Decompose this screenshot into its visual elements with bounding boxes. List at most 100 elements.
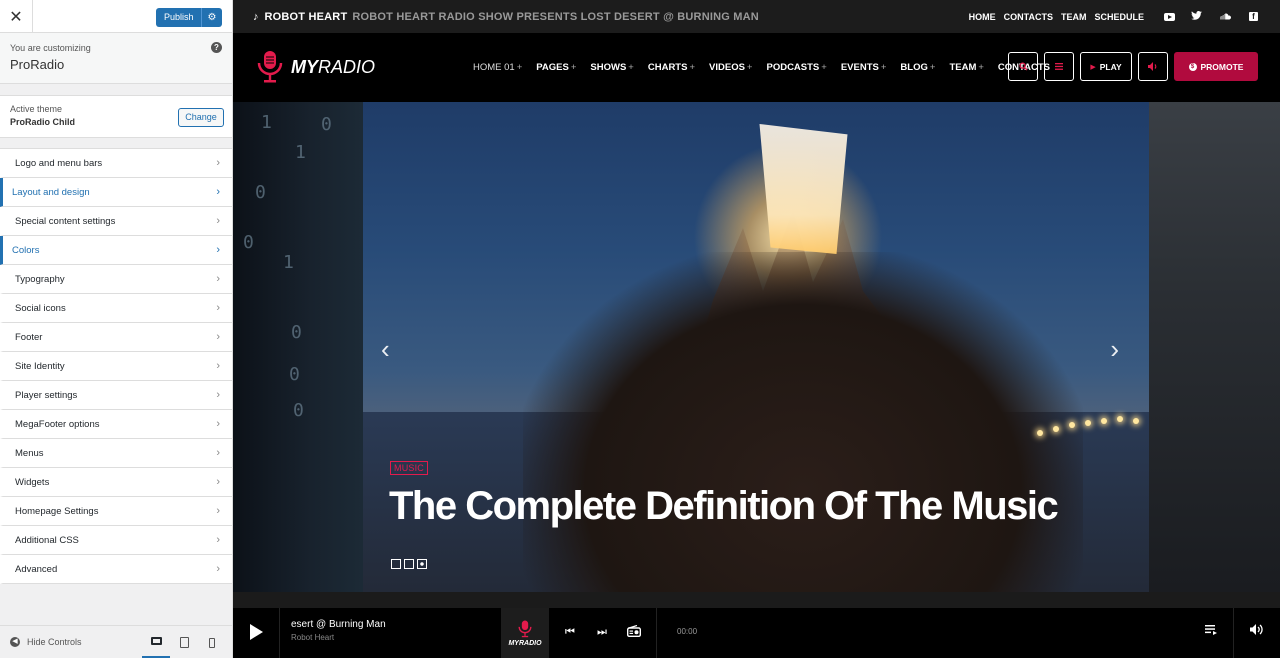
customizer-section-label: Player settings [15,389,78,401]
radio-icon[interactable] [626,624,642,640]
slider-dot-3[interactable] [417,559,427,569]
menu-item[interactable]: EVENTS + [841,62,887,73]
toplink-schedule[interactable]: SCHEDULE [1094,12,1144,22]
soundcloud-icon[interactable] [1218,12,1231,22]
customizer-section-item[interactable]: Homepage Settings › [0,497,232,526]
customizer-section-item[interactable]: Special content settings › [0,207,232,236]
customizer-section-label: Widgets [15,476,50,488]
customizer-section-label: Typography [15,273,65,285]
hero-headline[interactable]: The Complete Definition Of The Music [389,484,1059,529]
twitter-icon[interactable] [1191,11,1202,22]
mobile-preview-button[interactable] [198,626,226,658]
menu-item[interactable]: CHARTS + [648,62,695,73]
desktop-preview-button[interactable] [142,626,170,658]
toplink-team[interactable]: TEAM [1061,12,1087,22]
chevron-right-icon: › [216,157,220,169]
menu-item[interactable]: PODCASTS + [766,62,826,73]
menu-expand-icon: + [929,62,936,73]
customizer-header: ✕ Publish ⚙ [0,0,232,33]
customizer-section-item[interactable]: Site Identity › [0,352,232,381]
customizer-section-label: MegaFooter options [15,418,100,430]
volume-button[interactable] [1138,52,1168,81]
menu-item-label: BLOG [900,62,928,73]
microphone-logo-icon [518,620,532,637]
menu-expand-icon: + [628,62,634,73]
customizer-section-item[interactable]: Menus › [0,439,232,468]
close-icon[interactable]: ✕ [0,0,33,33]
youtube-icon[interactable] [1164,12,1175,21]
gear-icon[interactable]: ⚙ [202,12,222,23]
menu-item-label: CHARTS [647,62,688,73]
main-menu: HOME 01 + PAGES + SHOWS + CHARTS + VIDEOS + PODCAS… [473,33,1050,102]
facebook-icon[interactable]: f [1249,12,1258,21]
play-icon[interactable] [247,622,265,642]
chevron-right-icon[interactable]: › [1110,334,1119,365]
ticker-artist[interactable]: ROBOT HEART [265,11,348,23]
customizer-section-label: Colors [12,244,40,256]
radio-player: esert @ Burning Man Robot Heart MYRADIO … [233,608,1280,658]
ticker-title[interactable]: ROBOT HEART RADIO SHOW PRESENTS LOST DES… [352,11,759,23]
main-navbar: MYRADIO HOME 01 + PAGES + SHOWS + CHARTS + VIDEO… [233,33,1280,102]
customizer-section-item[interactable]: Colors › [0,236,232,265]
menu-item[interactable]: TEAM + [949,62,983,73]
publish-button[interactable]: Publish ⚙ [156,8,222,27]
customizer-section-label: Additional CSS [15,534,79,546]
hero-image-crowd [523,252,1083,592]
chevron-right-icon: › [216,360,220,372]
dollar-coin-icon: $ [1188,62,1197,71]
customizer-section-label: Logo and menu bars [15,157,103,169]
customizer-section-item[interactable]: Player settings › [0,381,232,410]
menu-item[interactable]: SHOWS + [590,62,633,73]
site-logo[interactable]: MYRADIO [255,50,375,84]
help-icon[interactable]: ? [211,42,222,53]
customizer-section-item[interactable]: Social icons › [0,294,232,323]
toplink-home[interactable]: HOME [969,12,996,22]
menu-expand-icon: + [978,62,984,73]
slider-dot-1[interactable] [391,559,401,569]
volume-icon[interactable] [1250,624,1263,638]
change-theme-button[interactable]: Change [178,108,224,127]
player-separator [279,608,280,658]
chevron-right-icon: › [216,186,220,198]
hide-controls-button[interactable]: Hide Controls [27,637,82,647]
hide-controls-icon[interactable]: ◀ [10,637,20,647]
category-tag[interactable]: MUSIC [390,461,428,475]
customizer-section-item[interactable]: MegaFooter options › [0,410,232,439]
customizer-section-item[interactable]: Typography › [0,265,232,294]
play-button[interactable]: ▶ PLAY [1080,52,1132,81]
promote-button[interactable]: $ PROMOTE [1174,52,1258,81]
search-button[interactable] [1008,52,1038,81]
publish-label[interactable]: Publish [156,8,202,27]
navbar-buttons: ▶ PLAY $ PROMOTE [1008,52,1258,81]
customizer-section-item[interactable]: Widgets › [0,468,232,497]
toplink-contacts[interactable]: CONTACTS [1004,12,1053,22]
menu-item[interactable]: HOME 01 + [473,62,522,73]
customizer-section-item[interactable]: Advanced › [0,555,232,584]
desktop-icon [150,637,162,645]
logo-text-bold: MY [291,56,318,77]
customizer-section-item[interactable]: Logo and menu bars › [0,149,232,178]
slider-dot-2[interactable] [404,559,414,569]
menu-button[interactable] [1044,52,1074,81]
site-preview: ♪ ROBOT HEART ROBOT HEART RADIO SHOW PRE… [233,0,1280,658]
menu-item-label: EVENTS [840,62,879,73]
tablet-preview-button[interactable] [170,626,198,658]
playlist-icon[interactable] [1205,624,1218,638]
skip-previous-icon[interactable]: ⏮ [565,626,575,639]
menu-expand-icon: + [746,62,753,73]
customizer-section-item[interactable]: Layout and design › [0,178,232,207]
customizer-section-item[interactable]: Footer › [0,323,232,352]
skip-next-icon[interactable]: ⏭ [597,626,607,639]
menu-item-label: PAGES [536,62,569,73]
site-name: ProRadio [10,57,65,72]
menu-item[interactable]: PAGES + [536,62,576,73]
menu-item[interactable]: BLOG + [900,62,935,73]
slider-pagination [391,559,427,569]
logo-text-light: RADIO [318,56,376,77]
player-artwork: MYRADIO [501,608,549,658]
menu-item[interactable]: VIDEOS + [709,62,752,73]
customizer-section-item[interactable]: Additional CSS › [0,526,232,555]
chevron-right-icon: › [216,418,220,430]
chevron-right-icon: › [216,563,220,575]
chevron-left-icon[interactable]: ‹ [381,334,390,365]
